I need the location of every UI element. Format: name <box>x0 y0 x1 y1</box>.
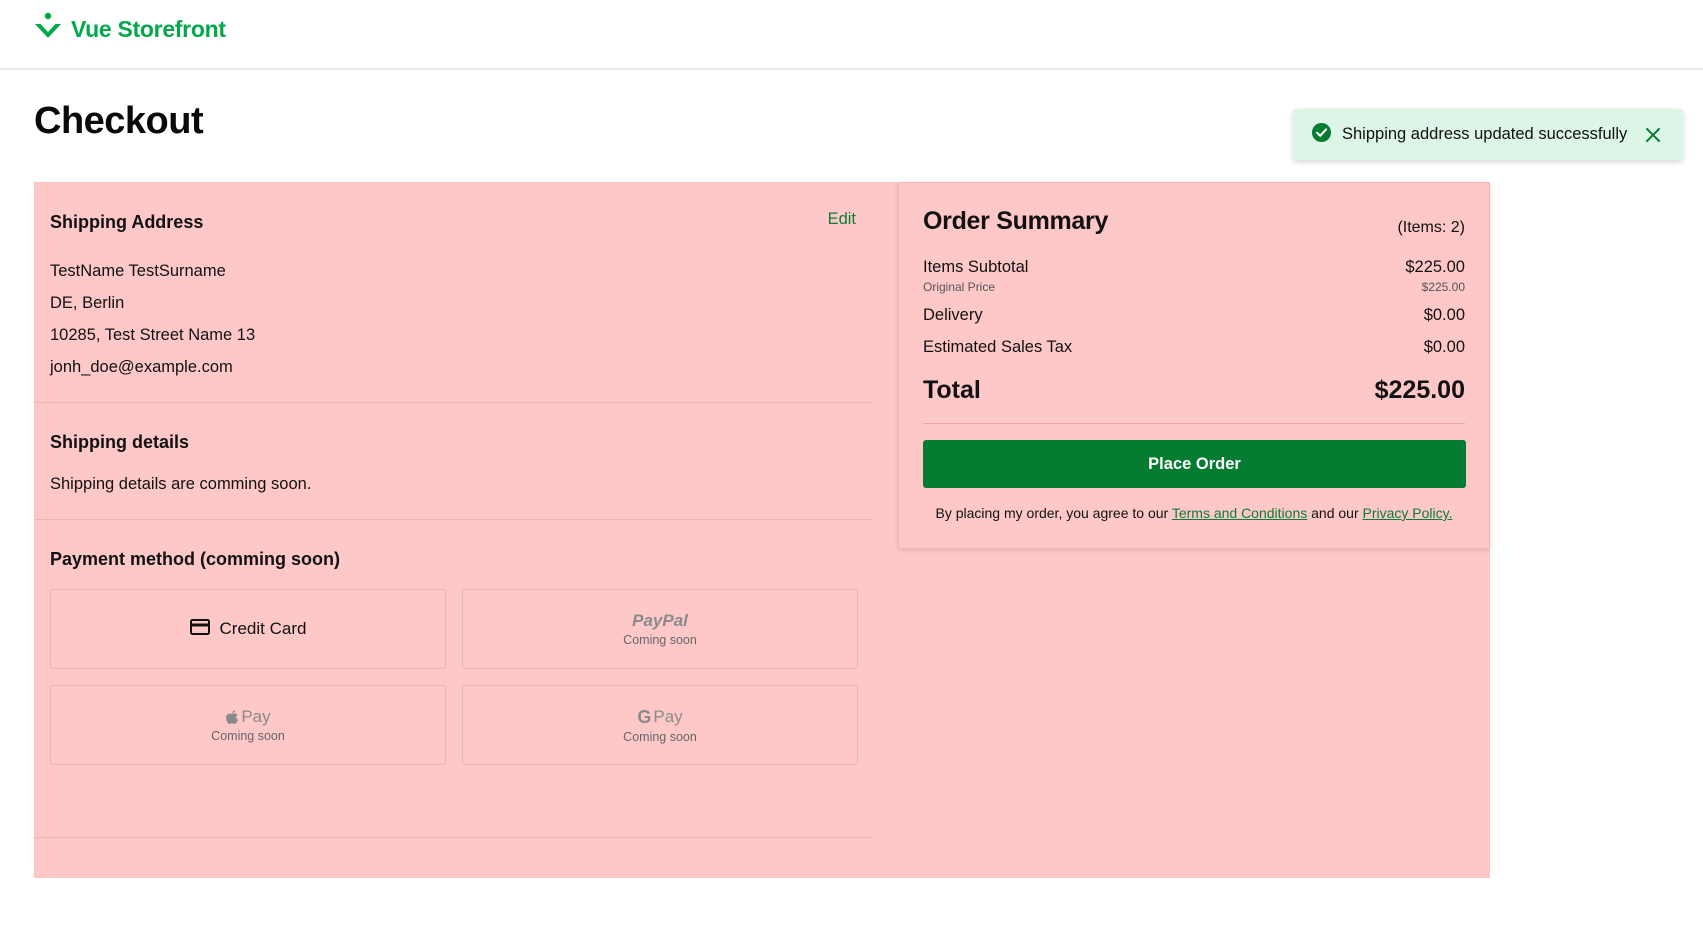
terms-link[interactable]: Terms and Conditions <box>1172 505 1307 521</box>
payment-option-google-pay: G Pay Coming soon <box>462 685 858 765</box>
items-subtotal-label: Items Subtotal <box>923 258 1029 276</box>
payment-option-apple-pay: Pay Coming soon <box>50 685 446 765</box>
shipping-details-text: Shipping details are comming soon. <box>50 475 312 493</box>
payment-option-credit-card[interactable]: Credit Card <box>50 589 446 669</box>
total-value: $225.00 <box>1374 376 1465 404</box>
legal-middle: and our <box>1311 505 1359 521</box>
payment-method-section: Payment method (comming soon) <box>34 520 872 838</box>
legal-notice: By placing my order, you agree to our Te… <box>899 505 1489 521</box>
check-circle-icon <box>1311 122 1332 148</box>
edit-address-link[interactable]: Edit <box>828 210 856 229</box>
total-label: Total <box>923 376 981 404</box>
apple-pay-logo: Pay <box>225 707 271 727</box>
site-header: Vue Storefront <box>0 0 1703 70</box>
paypal-logo: PayPal <box>632 611 688 630</box>
toast-message: Shipping address updated successfully <box>1342 125 1628 143</box>
shipping-address-title: Shipping Address <box>50 212 204 232</box>
shipping-details-section: Shipping details Shipping details are co… <box>34 403 872 520</box>
address-city: DE, Berlin <box>50 294 125 312</box>
order-summary-title: Order Summary <box>923 207 1109 235</box>
delivery-label: Delivery <box>923 306 983 324</box>
paypal-status: Coming soon <box>623 633 697 647</box>
payment-method-title: Payment method (comming soon) <box>50 549 341 569</box>
legal-prefix: By placing my order, you agree to our <box>935 505 1169 521</box>
original-price-value: $225.00 <box>1421 280 1465 294</box>
google-pay-logo: G Pay <box>637 707 682 728</box>
address-email: jonh_doe@example.com <box>50 358 233 376</box>
items-subtotal-value: $225.00 <box>1405 258 1465 276</box>
brand-name: Vue Storefront <box>71 16 226 42</box>
google-pay-label: Pay <box>653 707 683 726</box>
privacy-link[interactable]: Privacy Policy. <box>1363 505 1453 521</box>
apple-pay-status: Coming soon <box>211 729 285 743</box>
items-count: (Items: 2) <box>1397 219 1465 236</box>
brand-logo[interactable]: Vue Storefront <box>33 12 226 47</box>
address-name: TestName TestSurname <box>50 262 226 280</box>
apple-pay-label: Pay <box>241 707 271 726</box>
credit-card-label: Credit Card <box>219 619 307 638</box>
credit-card-icon <box>189 618 210 640</box>
page-title: Checkout <box>34 100 204 142</box>
summary-divider <box>923 423 1465 424</box>
shipping-details-title: Shipping details <box>50 432 190 452</box>
success-toast: Shipping address updated successfully <box>1293 109 1683 160</box>
order-summary-card: Order Summary (Items: 2) Items Subtotal … <box>898 182 1490 549</box>
apple-icon <box>226 710 239 724</box>
vue-storefront-logo-icon <box>33 12 63 47</box>
payment-option-paypal: PayPal Coming soon <box>462 589 858 669</box>
sales-tax-label: Estimated Sales Tax <box>923 338 1073 356</box>
google-g-icon: G <box>637 706 652 727</box>
sales-tax-value: $0.00 <box>1423 338 1465 356</box>
delivery-value: $0.00 <box>1423 306 1465 324</box>
close-icon[interactable] <box>1641 123 1665 147</box>
google-pay-status: Coming soon <box>623 729 697 744</box>
original-price-label: Original Price <box>923 280 996 294</box>
address-street: 10285, Test Street Name 13 <box>50 326 256 344</box>
shipping-address-section: Shipping Address Edit TestName TestSurna… <box>34 182 872 403</box>
place-order-button[interactable]: Place Order <box>923 440 1466 488</box>
